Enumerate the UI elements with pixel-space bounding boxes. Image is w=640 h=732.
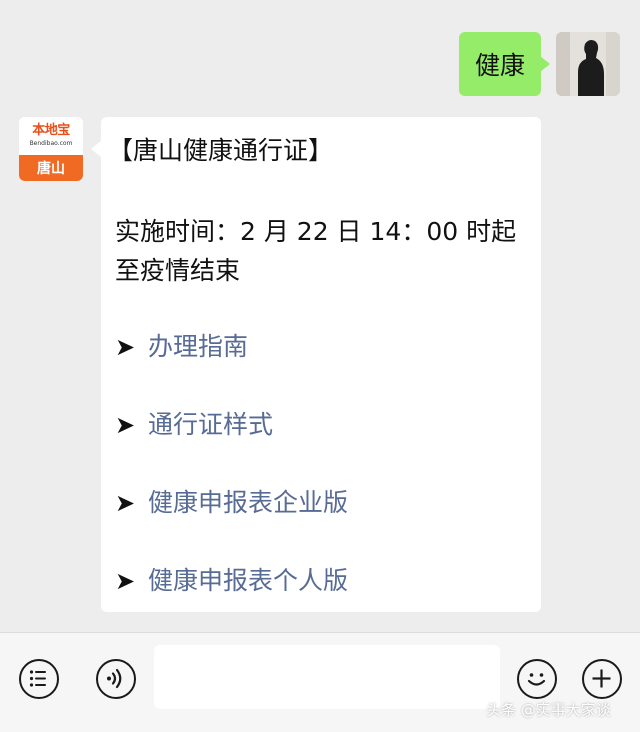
outgoing-message-text: 健康: [474, 51, 525, 80]
arrow-icon: ➤: [115, 411, 136, 439]
link-enterprise-form[interactable]: ➤ 健康申报表企业版: [115, 486, 348, 520]
link-pass-sample[interactable]: ➤ 通行证样式: [115, 408, 273, 442]
arrow-icon: ➤: [115, 489, 136, 517]
bendibao-avatar[interactable]: 本地宝 Bendibao.com 唐山: [19, 117, 83, 181]
link-label[interactable]: 健康申报表企业版: [148, 486, 348, 520]
link-label[interactable]: 办理指南: [148, 330, 248, 364]
incoming-message-bubble[interactable]: 【唐山健康通行证】 实施时间：2 月 22 日 14：00 时起至疫情结束 ➤ …: [91, 117, 541, 612]
message-body: 实施时间：2 月 22 日 14：00 时起至疫情结束: [115, 217, 517, 285]
link-guide[interactable]: ➤ 办理指南: [115, 330, 248, 364]
user-avatar[interactable]: [556, 32, 620, 96]
link-label[interactable]: 通行证样式: [148, 408, 273, 442]
voice-button[interactable]: [96, 659, 136, 699]
avatar-logo-sub: Bendibao.com: [29, 140, 73, 147]
watermark: 头条 @实事大家谈: [486, 701, 611, 719]
menu-icon: [29, 670, 46, 687]
arrow-icon: ➤: [115, 567, 136, 595]
avatar-logo-area: 本地宝 Bendibao.com: [19, 117, 83, 155]
voice-icon: [107, 668, 122, 689]
input-toolbar: 头条 @实事大家谈: [0, 632, 640, 732]
message-title: 【唐山健康通行证】: [108, 136, 334, 165]
plus-button[interactable]: [582, 659, 622, 699]
arrow-icon: ➤: [115, 333, 136, 361]
link-personal-form[interactable]: ➤ 健康申报表个人版: [115, 564, 348, 598]
emoji-button[interactable]: [517, 659, 557, 699]
emoji-icon: [527, 673, 546, 686]
chat-area: 健康 本地宝 Bendibao.com 唐山 【唐山健康通行证】 实施时间：2 …: [0, 0, 640, 632]
avatar-city-label: 唐山: [19, 155, 83, 181]
menu-button[interactable]: [19, 659, 59, 699]
outgoing-message-bubble[interactable]: 健康: [459, 32, 550, 96]
avatar-logo: 本地宝: [32, 123, 70, 138]
user-avatar-image: [556, 32, 620, 96]
plus-icon: [592, 669, 611, 688]
message-input[interactable]: [154, 645, 500, 709]
link-label[interactable]: 健康申报表个人版: [148, 564, 348, 598]
